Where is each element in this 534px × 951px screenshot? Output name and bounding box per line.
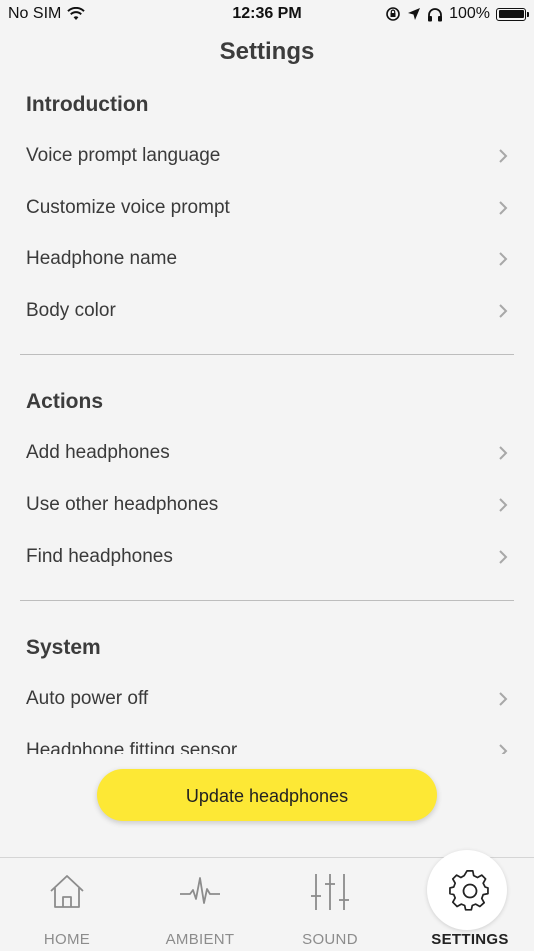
tab-ambient[interactable]: AMBIENT xyxy=(134,858,266,951)
chevron-right-icon xyxy=(499,549,508,564)
section-header: Actions xyxy=(26,390,104,414)
row-label: Headphone fitting sensor xyxy=(26,739,238,754)
headphones-icon xyxy=(428,7,443,21)
update-headphones-button[interactable]: Update headphones xyxy=(97,769,437,821)
row-label: Add headphones xyxy=(26,442,170,464)
location-arrow-icon xyxy=(408,8,421,20)
settings-row-use-other-headphones[interactable]: Use other headphones xyxy=(0,479,534,531)
settings-row-add-headphones[interactable]: Add headphones xyxy=(0,427,534,479)
chevron-right-icon xyxy=(499,446,508,461)
settings-row-headphone-name[interactable]: Headphone name xyxy=(0,233,534,285)
row-label: Use other headphones xyxy=(26,493,219,515)
settings-row-voice-prompt-language[interactable]: Voice prompt language xyxy=(0,130,534,182)
home-icon xyxy=(50,875,84,908)
section-header: System xyxy=(26,636,101,660)
tab-label: HOME xyxy=(43,931,91,948)
waveform-icon xyxy=(180,877,220,904)
chevron-right-icon xyxy=(499,304,508,318)
tab-label: SETTINGS xyxy=(431,931,509,948)
settings-row-customize-voice-prompt[interactable]: Customize voice prompt xyxy=(0,182,534,234)
chevron-right-icon xyxy=(499,200,508,215)
settings-row-auto-power-off[interactable]: Auto power off xyxy=(0,673,534,725)
chevron-right-icon xyxy=(499,149,508,163)
row-label: Headphone name xyxy=(26,248,178,270)
tab-label: AMBIENT xyxy=(165,931,235,948)
page-title: Settings xyxy=(219,38,315,65)
chevron-right-icon xyxy=(499,744,508,754)
settings-row-find-headphones[interactable]: Find headphones xyxy=(0,531,534,583)
tab-settings[interactable]: SETTINGS xyxy=(406,858,534,951)
chevron-right-icon xyxy=(499,692,508,706)
row-label: Body color xyxy=(26,299,116,321)
settings-list[interactable]: Introduction Voice prompt language Custo… xyxy=(0,80,534,754)
chevron-right-icon xyxy=(499,498,508,512)
battery-icon xyxy=(496,7,529,21)
settings-row-body-color[interactable]: Body color xyxy=(0,285,534,337)
section-divider xyxy=(20,600,514,602)
gear-icon xyxy=(449,869,489,911)
tab-label: SOUND xyxy=(302,931,358,948)
chevron-right-icon xyxy=(499,252,508,266)
row-label: Voice prompt language xyxy=(26,145,221,166)
tab-sound[interactable]: SOUND xyxy=(266,858,394,951)
row-label: Auto power off xyxy=(26,688,149,710)
status-bar: No SIM 12:36 PM 100% xyxy=(0,0,534,28)
section-introduction: Introduction Voice prompt language Custo… xyxy=(0,80,534,336)
status-right: 100% xyxy=(385,5,529,23)
row-label: Find headphones xyxy=(26,545,173,567)
settings-row-headphone-fitting-sensor[interactable]: Headphone fitting sensor xyxy=(0,725,534,754)
rotation-lock-icon xyxy=(386,7,400,21)
section-divider xyxy=(20,354,514,356)
equalizer-icon xyxy=(311,874,349,910)
tab-bar: HOME AMBIENT SOUND SETTINGS xyxy=(0,850,534,951)
row-label: Customize voice prompt xyxy=(26,196,230,218)
section-actions: Actions Add headphones Use other headpho… xyxy=(0,377,534,582)
section-header: Introduction xyxy=(26,93,149,116)
section-system: System Auto power off Headphone fitting … xyxy=(0,623,534,754)
tab-home[interactable]: HOME xyxy=(0,858,134,951)
battery-percent: 100% xyxy=(449,5,490,22)
